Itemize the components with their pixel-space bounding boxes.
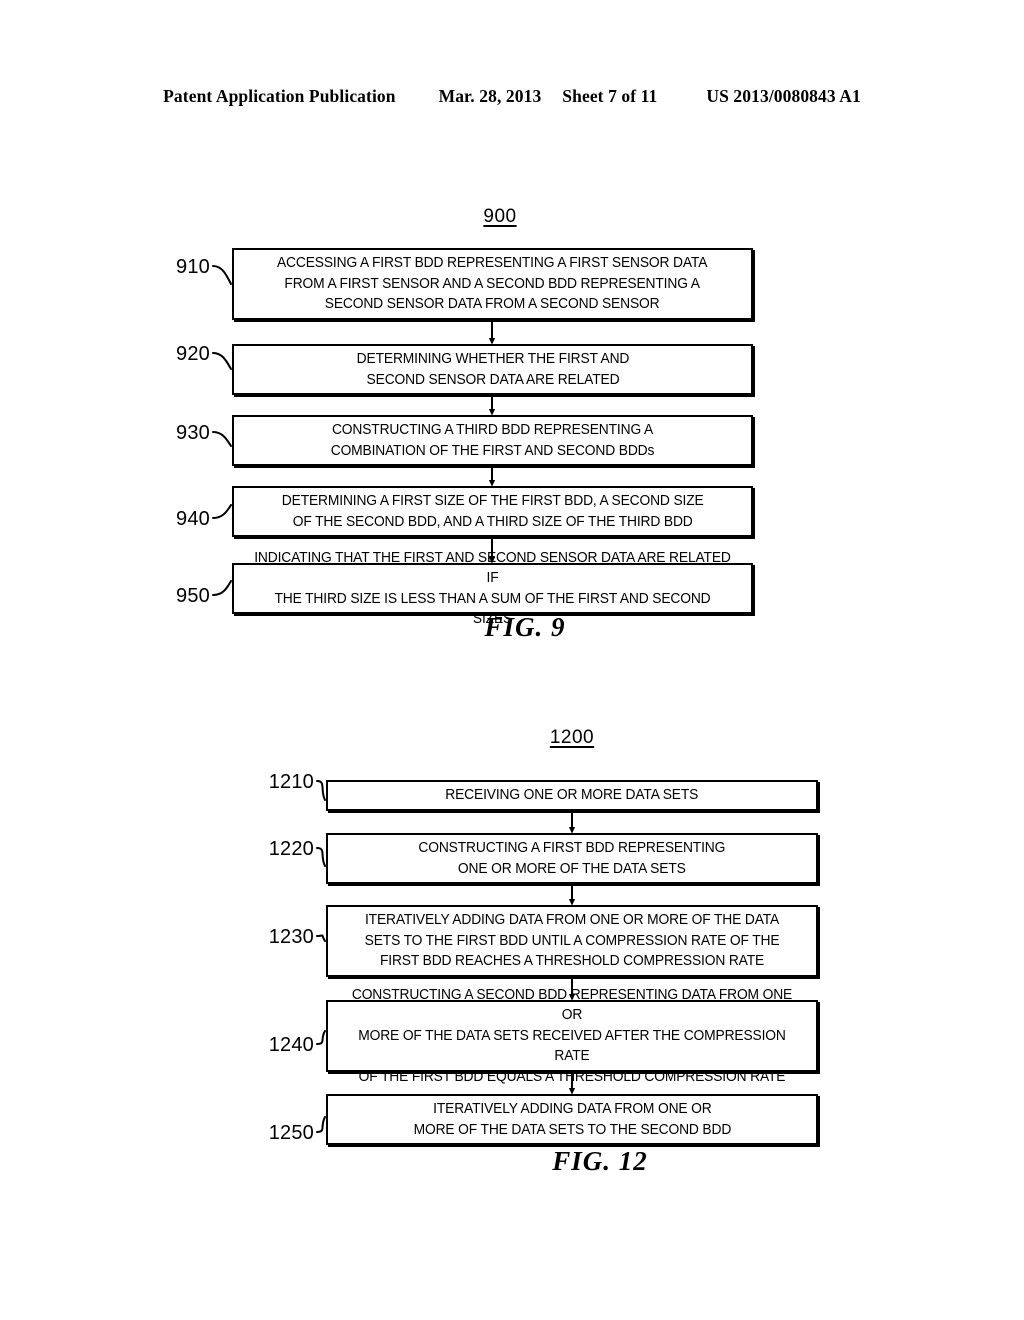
flow-step-1230: ITERATIVELY ADDING DATA FROM ONE OR MORE…: [326, 905, 818, 977]
flow-step-1220-text: CONSTRUCTING A FIRST BDD REPRESENTING ON…: [418, 840, 726, 877]
ref-numeral-1220: 1220: [268, 838, 314, 860]
ref-numeral-920: 920: [176, 343, 210, 365]
flow-step-1250: ITERATIVELY ADDING DATA FROM ONE OR MORE…: [326, 1094, 818, 1145]
figure-12-caption: FIG. 12: [552, 1146, 648, 1176]
flow-step-920-text: DETERMINING WHETHER THE FIRST AND SECOND…: [356, 351, 629, 388]
flow-step-930-text: CONSTRUCTING A THIRD BDD REPRESENTING A …: [330, 422, 655, 459]
figure-9-number: 900: [483, 206, 517, 227]
fig9-leader-lines: [212, 265, 232, 596]
header-sheet: Sheet 7 of 11: [562, 86, 658, 106]
ref-numeral-1250: 1250: [268, 1122, 314, 1144]
ref-numeral-940: 940: [176, 508, 210, 530]
flow-step-940-text: DETERMINING A FIRST SIZE OF THE FIRST BD…: [281, 493, 704, 530]
page-header: Patent Application Publication Mar. 28, …: [0, 86, 1024, 107]
flow-step-1250-text: ITERATIVELY ADDING DATA FROM ONE OR MORE…: [413, 1101, 731, 1138]
flow-step-940: DETERMINING A FIRST SIZE OF THE FIRST BD…: [232, 486, 753, 537]
ref-numeral-1230: 1230: [268, 926, 314, 948]
ref-numeral-930: 930: [176, 422, 210, 444]
flow-step-930: CONSTRUCTING A THIRD BDD REPRESENTING A …: [232, 415, 753, 466]
ref-numeral-1240: 1240: [268, 1034, 314, 1056]
flow-step-1210: RECEIVING ONE OR MORE DATA SETS: [326, 780, 818, 811]
flow-step-1240: CONSTRUCTING A SECOND BDD REPRESENTING D…: [326, 987, 818, 1085]
header-publication: Patent Application Publication: [163, 86, 396, 106]
ref-numeral-950: 950: [176, 585, 210, 607]
flow-step-910: ACCESSING A FIRST BDD REPRESENTING A FIR…: [232, 248, 753, 320]
ref-numeral-910: 910: [176, 256, 210, 278]
ref-numeral-1210: 1210: [268, 771, 314, 793]
flow-step-920: DETERMINING WHETHER THE FIRST AND SECOND…: [232, 344, 753, 395]
header-date: Mar. 28, 2013: [438, 86, 542, 106]
flow-step-1220: CONSTRUCTING A FIRST BDD REPRESENTING ON…: [326, 833, 818, 884]
flow-step-950: INDICATING THAT THE FIRST AND SECOND SEN…: [232, 550, 753, 627]
fig12-leader-lines: [316, 780, 326, 1133]
flow-step-910-text: ACCESSING A FIRST BDD REPRESENTING A FIR…: [277, 255, 708, 313]
figure-9-caption: FIG. 9: [484, 612, 566, 642]
header-document-number: US 2013/0080843 A1: [706, 86, 861, 106]
figure-12-number: 1200: [549, 727, 595, 748]
flow-step-1230-text: ITERATIVELY ADDING DATA FROM ONE OR MORE…: [364, 912, 780, 970]
flow-step-1210-text: RECEIVING ONE OR MORE DATA SETS: [445, 787, 699, 804]
flow-step-1240-text: CONSTRUCTING A SECOND BDD REPRESENTING D…: [351, 986, 793, 1085]
